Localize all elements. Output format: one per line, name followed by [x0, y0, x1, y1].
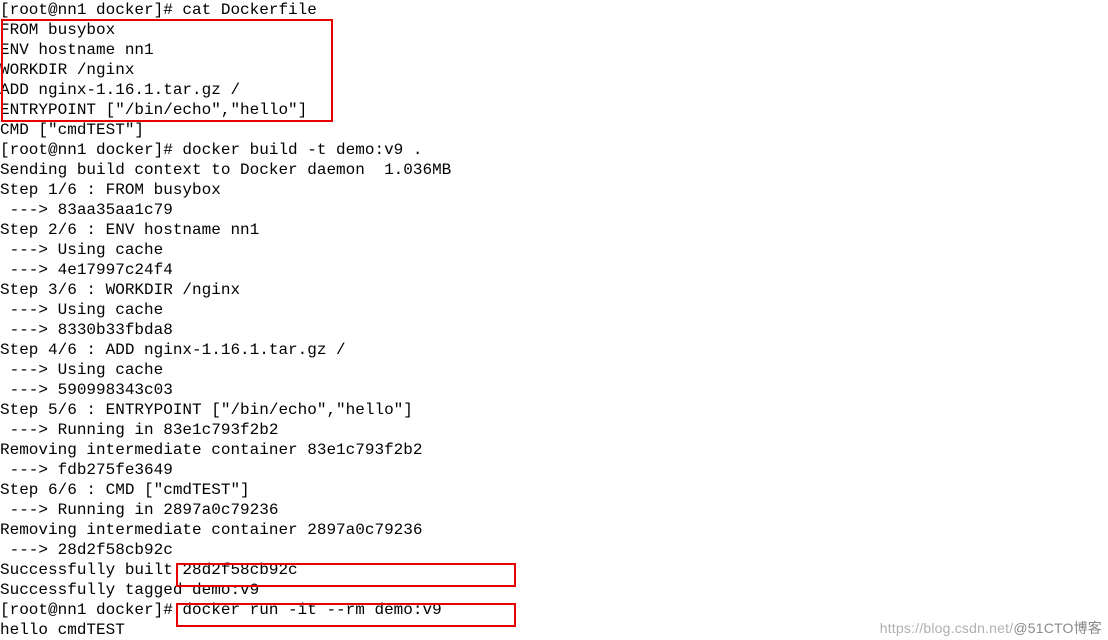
build-output-line: Step 2/6 : ENV hostname nn1	[0, 220, 1108, 240]
build-output-line: ---> fdb275fe3649	[0, 460, 1108, 480]
dockerfile-line: CMD ["cmdTEST"]	[0, 120, 1108, 140]
dockerfile-line: ENV hostname nn1	[0, 40, 1108, 60]
dockerfile-line: WORKDIR /nginx	[0, 60, 1108, 80]
build-output-line: ---> 590998343c03	[0, 380, 1108, 400]
build-output-line: ---> Running in 83e1c793f2b2	[0, 420, 1108, 440]
build-output-line: ---> Using cache	[0, 360, 1108, 380]
dockerfile-line: ADD nginx-1.16.1.tar.gz /	[0, 80, 1108, 100]
watermark-brand: @51CTO博客	[1013, 620, 1102, 636]
build-output-line: ---> Running in 2897a0c79236	[0, 500, 1108, 520]
build-output-line: ---> 8330b33fbda8	[0, 320, 1108, 340]
build-output-line: Removing intermediate container 2897a0c7…	[0, 520, 1108, 540]
build-output-line: ---> 83aa35aa1c79	[0, 200, 1108, 220]
build-output-line: Step 6/6 : CMD ["cmdTEST"]	[0, 480, 1108, 500]
build-output-line: Successfully tagged demo:v9	[0, 580, 1108, 600]
build-output-line: ---> Using cache	[0, 240, 1108, 260]
terminal-output[interactable]: [root@nn1 docker]# cat DockerfileFROM bu…	[0, 0, 1108, 640]
dockerfile-line: FROM busybox	[0, 20, 1108, 40]
build-output-line: Sending build context to Docker daemon 1…	[0, 160, 1108, 180]
cmd-docker-build[interactable]: [root@nn1 docker]# docker build -t demo:…	[0, 140, 1108, 160]
build-output-line: Step 3/6 : WORKDIR /nginx	[0, 280, 1108, 300]
build-output-line: Removing intermediate container 83e1c793…	[0, 440, 1108, 460]
build-output-line: ---> Using cache	[0, 300, 1108, 320]
build-output-line: ---> 28d2f58cb92c	[0, 540, 1108, 560]
build-output-line: Successfully built 28d2f58cb92c	[0, 560, 1108, 580]
cmd-cat-dockerfile[interactable]: [root@nn1 docker]# cat Dockerfile	[0, 0, 1108, 20]
cmd-docker-run-1[interactable]: [root@nn1 docker]# docker run -it --rm d…	[0, 600, 1108, 620]
build-output-line: Step 5/6 : ENTRYPOINT ["/bin/echo","hell…	[0, 400, 1108, 420]
build-output-line: Step 4/6 : ADD nginx-1.16.1.tar.gz /	[0, 340, 1108, 360]
build-output-line: Step 1/6 : FROM busybox	[0, 180, 1108, 200]
watermark-url: https://blog.csdn.net/	[880, 620, 1014, 636]
build-output-line: ---> 4e17997c24f4	[0, 260, 1108, 280]
dockerfile-line: ENTRYPOINT ["/bin/echo","hello"]	[0, 100, 1108, 120]
watermark: https://blog.csdn.net/@51CTO博客	[880, 618, 1102, 638]
